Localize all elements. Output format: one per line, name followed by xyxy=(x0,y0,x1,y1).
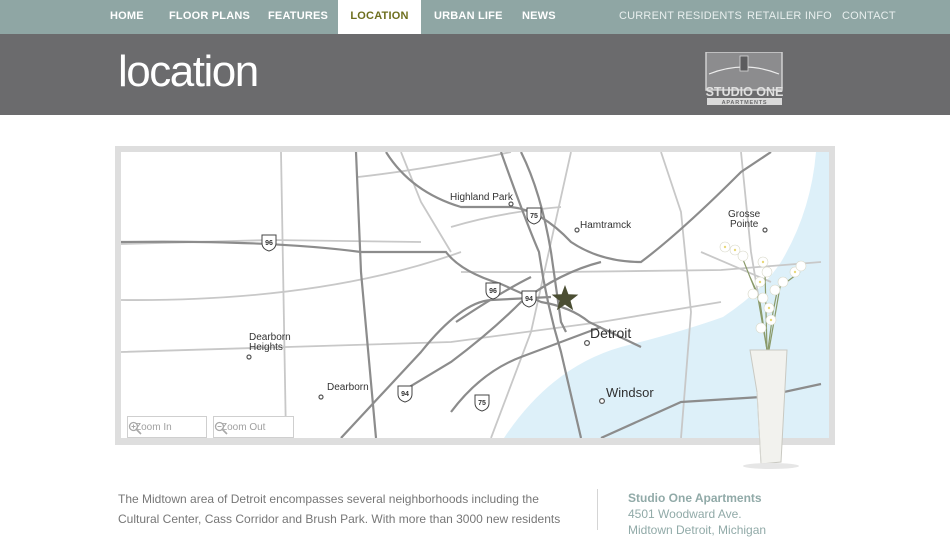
svg-text:94: 94 xyxy=(401,391,409,398)
nav-news[interactable]: NEWS xyxy=(522,0,556,34)
nav-features[interactable]: FEATURES xyxy=(268,0,328,34)
label-windsor: Windsor xyxy=(606,385,654,400)
page-title: location xyxy=(118,47,259,96)
contact-block: Studio One Apartments 4501 Woodward Ave.… xyxy=(628,490,766,538)
label-detroit: Detroit xyxy=(590,325,631,341)
svg-text:96: 96 xyxy=(265,240,273,247)
nav-urban-life[interactable]: URBAN LIFE xyxy=(434,0,503,34)
nav-retailer-info[interactable]: RETAILER INFO xyxy=(747,0,832,34)
contact-address-line1: 4501 Woodward Ave. xyxy=(628,507,742,521)
svg-text:75: 75 xyxy=(530,213,538,220)
intro-paragraph: The Midtown area of Detroit encompasses … xyxy=(118,492,561,526)
logo-subtitle: APARTMENTS xyxy=(722,100,768,106)
label-dearborn-heights-line2: Heights xyxy=(249,342,283,353)
studio-one-logo[interactable]: STUDIO ONE APARTMENTS xyxy=(697,52,792,106)
label-dearborn: Dearborn xyxy=(327,382,369,393)
nav-floor-plans[interactable]: FLOOR PLANS xyxy=(169,0,250,34)
zoom-out-button[interactable]: Zoom Out xyxy=(213,416,294,438)
label-grosse-pointe-line2: Pointe xyxy=(730,219,759,230)
contact-address-line2: Midtown Detroit, Michigan xyxy=(628,523,767,537)
nav-location[interactable]: LOCATION xyxy=(338,0,421,38)
top-navigation: HOME FLOOR PLANS FEATURES LOCATION URBAN… xyxy=(0,0,950,38)
nav-current-residents[interactable]: CURRENT RESIDENTS xyxy=(619,0,742,34)
label-hamtramck: Hamtramck xyxy=(580,220,632,231)
content-divider xyxy=(597,489,598,530)
svg-text:94: 94 xyxy=(525,296,533,303)
zoom-in-button[interactable]: Zoom In xyxy=(127,416,207,438)
zoom-out-icon xyxy=(214,421,228,435)
flower-vase-decoration xyxy=(719,241,807,469)
interstate-shield-75-south: 75 xyxy=(474,394,490,412)
interstate-shield-94-south: 94 xyxy=(397,385,413,403)
svg-text:75: 75 xyxy=(478,400,486,407)
interstate-shield-75-north: 75 xyxy=(526,207,542,225)
contact-name: Studio One Apartments xyxy=(628,491,762,505)
svg-text:96: 96 xyxy=(489,288,497,295)
interstate-shield-96-west: 96 xyxy=(261,234,277,252)
nav-home[interactable]: HOME xyxy=(110,0,144,34)
label-highland-park: Highland Park xyxy=(450,192,514,203)
interstate-shield-94-center: 94 xyxy=(521,290,537,308)
zoom-in-icon xyxy=(128,421,142,435)
interstate-shield-96-center: 96 xyxy=(485,282,501,300)
logo-wordmark: STUDIO ONE xyxy=(706,85,784,99)
nav-contact[interactable]: CONTACT xyxy=(842,0,896,34)
